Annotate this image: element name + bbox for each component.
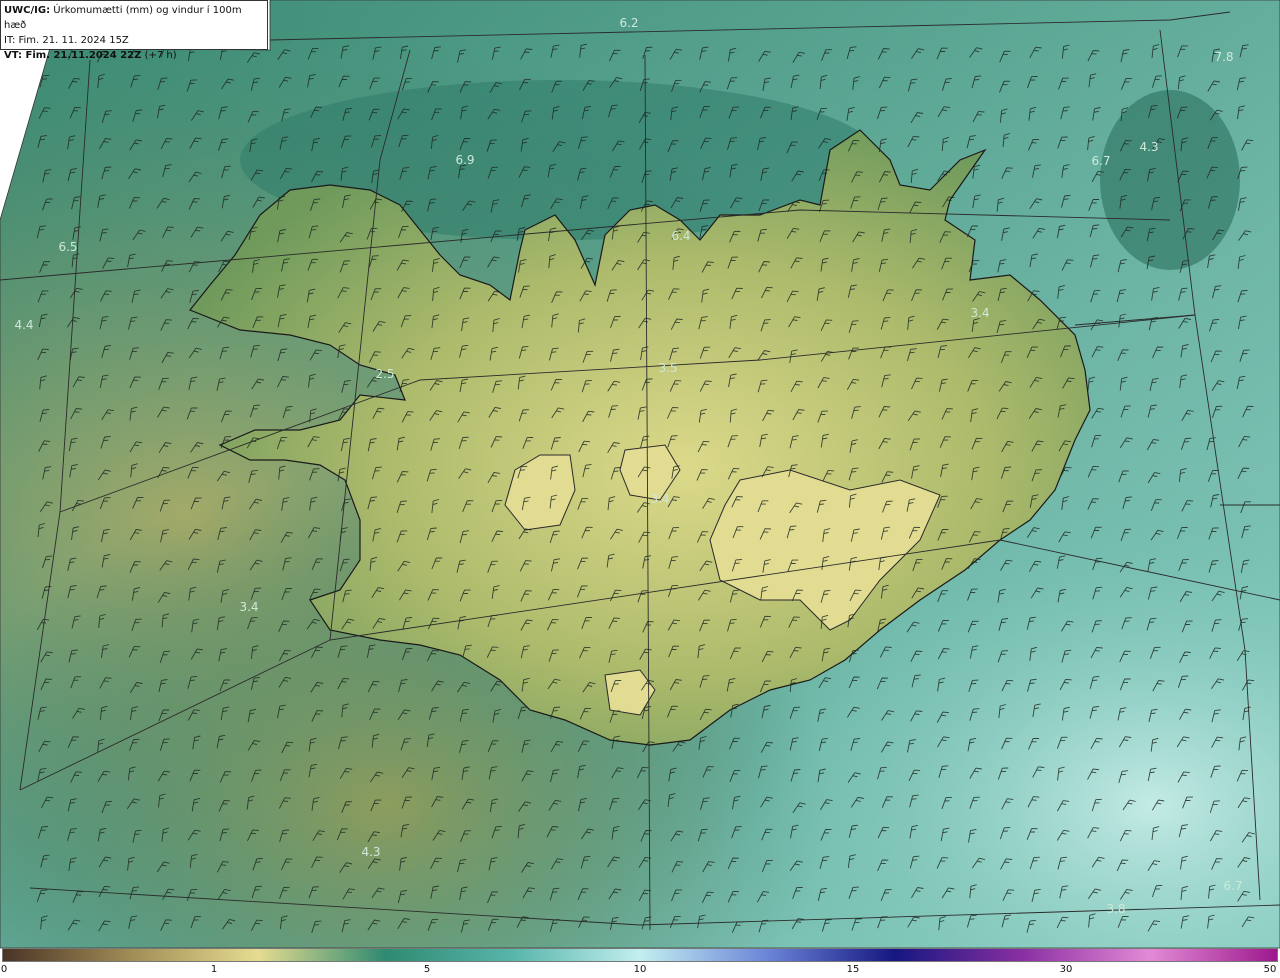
map-value-label: 4.4 bbox=[14, 318, 34, 332]
map-value-label: 3.4 bbox=[239, 600, 259, 614]
color-scale-tick: 30 bbox=[1059, 964, 1073, 975]
map-value-label: 6.7 bbox=[1223, 879, 1243, 893]
color-scale-tick: 50 bbox=[1263, 964, 1277, 975]
valid-time-line: VT: Fim. 21.11.2024 22Z (+7 h) bbox=[4, 48, 264, 63]
product-title-line: UWC/IG: Úrkomumætti (mm) og vindur í 100… bbox=[4, 3, 264, 33]
color-scale-tick: 1 bbox=[210, 964, 218, 975]
map-value-label: 6.2 bbox=[619, 16, 639, 30]
map-value-label: 6.4 bbox=[671, 229, 691, 243]
precipitation-map bbox=[0, 0, 1280, 949]
map-info-box: UWC/IG: Úrkomumætti (mm) og vindur í 100… bbox=[0, 0, 268, 61]
map-value-label: 6.5 bbox=[58, 240, 78, 254]
map-value-label: 4.3 bbox=[361, 845, 381, 859]
color-scale-tick: 0 bbox=[0, 964, 8, 975]
product-code: UWC/IG: bbox=[4, 5, 51, 16]
color-scale-tick: 5 bbox=[423, 964, 431, 975]
map-value-label: 2.5 bbox=[375, 367, 395, 381]
map-value-label: 3.5 bbox=[658, 361, 678, 375]
map-value-label: 6.7 bbox=[1091, 154, 1111, 168]
initial-time: IT: Fim. 21. 11. 2024 15Z bbox=[4, 35, 129, 46]
color-scale-tick: 15 bbox=[846, 964, 860, 975]
map-domain bbox=[0, 0, 1280, 948]
color-scale-bar: 0 1 5 10 15 30 50 bbox=[0, 948, 1280, 978]
color-scale-tick: 10 bbox=[633, 964, 647, 975]
map-value-label: 3.4 bbox=[650, 492, 670, 506]
map-value-label: 6.9 bbox=[455, 153, 475, 167]
lead-time: (+7 h) bbox=[144, 50, 177, 61]
map-value-label: 3.4 bbox=[970, 306, 990, 320]
color-scale-gradient bbox=[2, 948, 1278, 962]
valid-time: VT: Fim. 21.11.2024 22Z bbox=[4, 50, 142, 61]
map-value-label: 3.8 bbox=[1106, 902, 1126, 916]
map-value-label: 4.3 bbox=[1139, 140, 1159, 154]
map-value-label: 7.8 bbox=[1214, 50, 1234, 64]
